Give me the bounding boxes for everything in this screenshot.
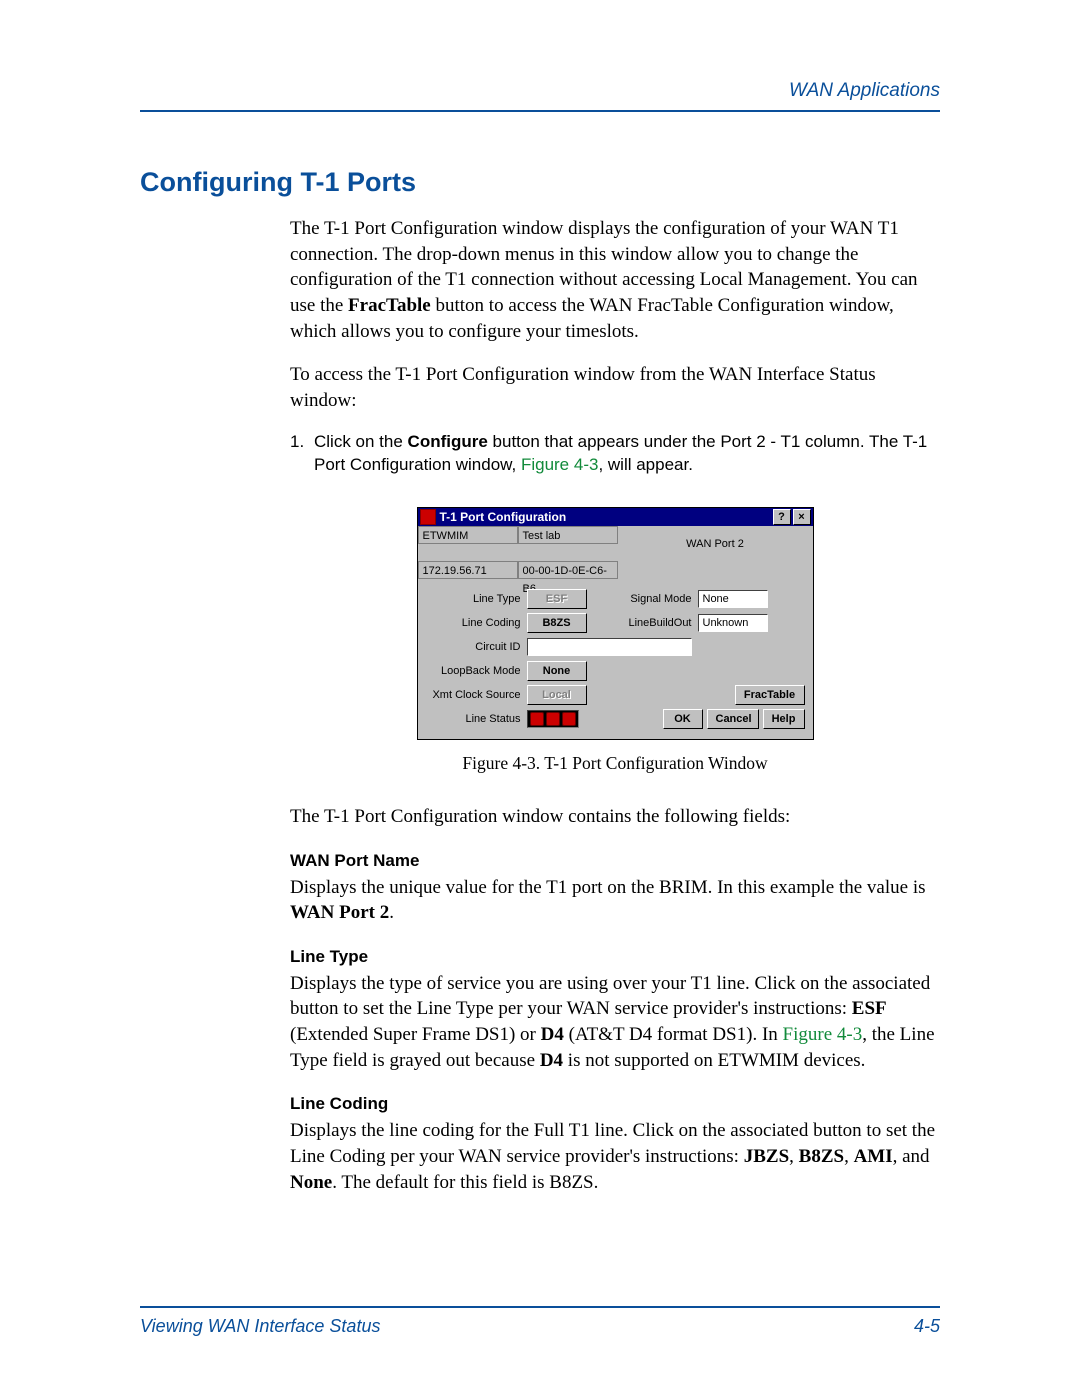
loopback-label: LoopBack Mode <box>426 664 527 679</box>
text-bold: JBZS <box>744 1146 789 1167</box>
close-icon[interactable]: × <box>793 509 811 525</box>
step-1: 1. Click on the Configure button that ap… <box>290 431 940 477</box>
line-coding-desc: Displays the line coding for the Full T1… <box>290 1118 940 1195</box>
figure-caption: Figure 4-3. T-1 Port Configuration Windo… <box>290 752 940 776</box>
intro-paragraph-1: The T-1 Port Configuration window displa… <box>290 216 940 344</box>
app-icon <box>420 509 436 525</box>
footer-left: Viewing WAN Interface Status <box>140 1316 380 1337</box>
xmt-clock-label: Xmt Clock Source <box>426 688 527 703</box>
after-figure-text: The T-1 Port Configuration window contai… <box>290 804 940 830</box>
circuit-id-label: Circuit ID <box>426 640 527 655</box>
page-number: 4-5 <box>914 1316 940 1337</box>
status-led-icon <box>546 712 560 726</box>
text: is not supported on ETWMIM devices. <box>563 1050 865 1071</box>
text: Click on the <box>314 432 408 451</box>
text: Displays the unique value for the T1 por… <box>290 877 926 898</box>
signal-mode-label: Signal Mode <box>617 592 698 607</box>
text-bold: D4 <box>540 1050 563 1071</box>
text: . The default for this field is B8ZS. <box>332 1172 598 1193</box>
configure-term: Configure <box>408 432 488 451</box>
window-titlebar: T-1 Port Configuration ? × <box>418 508 813 526</box>
text: (Extended Super Frame DS1) or <box>290 1024 541 1045</box>
line-status-leds <box>527 710 579 728</box>
text-bold: WAN Port 2 <box>290 902 389 923</box>
device-mac: 00-00-1D-0E-C6-B6 <box>518 561 618 579</box>
signal-mode-value: None <box>698 590 768 608</box>
text: , will appear. <box>598 455 693 474</box>
fractable-button[interactable]: FracTable <box>735 685 805 705</box>
text: , and <box>893 1146 930 1167</box>
line-coding-label: Line Coding <box>426 616 527 631</box>
figure-reference[interactable]: Figure 4-3 <box>521 455 598 474</box>
wan-port-label: WAN Port 2 <box>686 537 744 552</box>
figure-reference[interactable]: Figure 4-3 <box>783 1024 863 1045</box>
line-type-button[interactable]: ESF <box>527 589 587 609</box>
text: . <box>389 902 394 923</box>
text: (AT&T D4 format DS1). In <box>564 1024 783 1045</box>
line-type-heading: Line Type <box>290 946 940 969</box>
line-type-desc: Displays the type of service you are usi… <box>290 971 940 1074</box>
text: Displays the type of service you are usi… <box>290 973 930 1020</box>
device-name: ETWMIM <box>418 526 518 544</box>
line-buildout-label: LineBuildOut <box>617 616 698 631</box>
line-buildout-value: Unknown <box>698 614 768 632</box>
text-bold: AMI <box>854 1146 893 1167</box>
intro-paragraph-2: To access the T-1 Port Configuration win… <box>290 362 940 413</box>
line-type-label: Line Type <box>426 592 527 607</box>
wan-port-name-heading: WAN Port Name <box>290 850 940 873</box>
device-location: Test lab <box>518 526 618 544</box>
text-bold: D4 <box>541 1024 564 1045</box>
help-icon[interactable]: ? <box>773 509 791 525</box>
loopback-button[interactable]: None <box>527 661 587 681</box>
text: , <box>844 1146 854 1167</box>
help-button[interactable]: Help <box>763 709 805 729</box>
ok-button[interactable]: OK <box>663 709 703 729</box>
device-ip: 172.19.56.71 <box>418 561 518 579</box>
status-led-icon <box>530 712 544 726</box>
t1-port-config-window: T-1 Port Configuration ? × ETWMIM Test l… <box>417 507 814 740</box>
step-number: 1. <box>290 431 314 477</box>
running-header: WAN Applications <box>140 80 940 112</box>
text-bold: ESF <box>852 998 887 1019</box>
circuit-id-input[interactable] <box>527 638 692 656</box>
fractable-term: FracTable <box>348 295 431 316</box>
line-coding-heading: Line Coding <box>290 1093 940 1116</box>
text: , <box>789 1146 799 1167</box>
text-bold: None <box>290 1172 332 1193</box>
wan-port-name-desc: Displays the unique value for the T1 por… <box>290 875 940 926</box>
text-bold: B8ZS <box>799 1146 844 1167</box>
status-led-icon <box>562 712 576 726</box>
xmt-clock-button[interactable]: Local <box>527 685 587 705</box>
section-title: Configuring T-1 Ports <box>140 167 940 198</box>
line-status-label: Line Status <box>426 712 527 727</box>
cancel-button[interactable]: Cancel <box>707 709 759 729</box>
line-coding-button[interactable]: B8ZS <box>527 613 587 633</box>
window-title: T-1 Port Configuration <box>440 509 567 525</box>
